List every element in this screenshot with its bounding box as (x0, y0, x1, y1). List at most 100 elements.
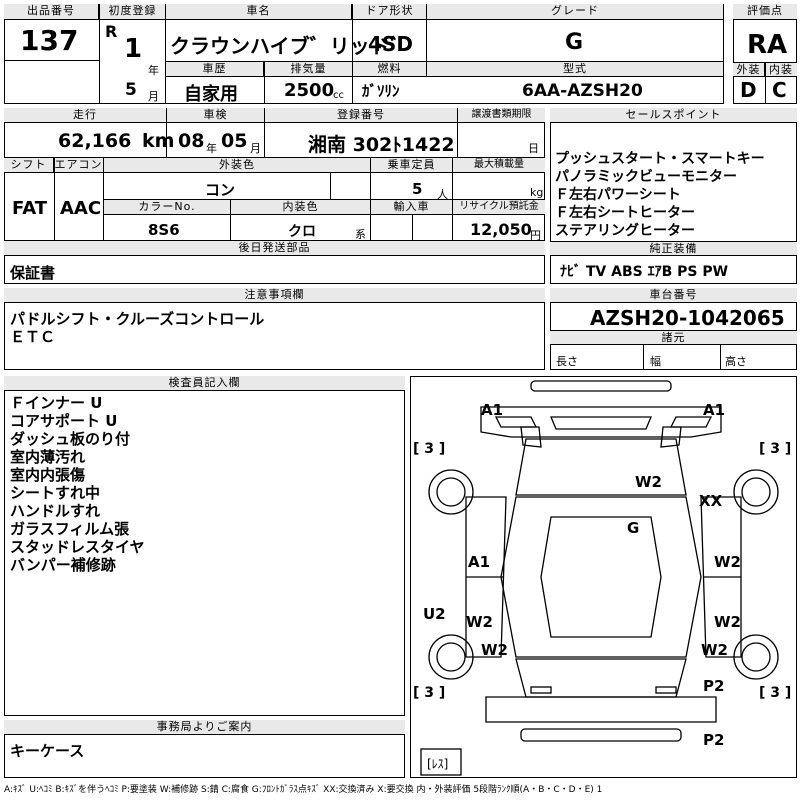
car-name-label: 車名 (166, 4, 352, 20)
insp-month-unit: 月 (250, 142, 261, 155)
first-reg-label: 初度登録 (100, 4, 166, 20)
mark-left-sill: U2 (423, 605, 446, 623)
cc-unit: cc (333, 90, 344, 101)
displacement: 2500 (284, 80, 335, 101)
model-label: 型式 (427, 62, 724, 77)
reg-month: 5 (125, 80, 137, 100)
rating: RA (747, 30, 788, 60)
max-load-unit: kg (530, 186, 544, 199)
capacity: 5 (412, 180, 423, 198)
exterior: D (740, 78, 757, 102)
reg-year-unit: 年 (148, 64, 159, 77)
capacity-label: 乗車定員 (371, 158, 453, 173)
ext-color: コン (205, 181, 236, 199)
equipment: ﾅﾋﾞ TV ABS ｴｱB PS PW (560, 264, 729, 280)
list-item: バンパー補修跡 (10, 556, 116, 574)
era: R (105, 22, 118, 41)
lot-no-label: 出品番号 (4, 4, 99, 20)
mark-right-rear-door: W2 (714, 613, 741, 631)
list-item: スタッドレスタイヤ (10, 538, 145, 556)
office-note: キーケース (10, 742, 85, 760)
aircon: AAC (60, 198, 102, 219)
inspection-label: 車検 (167, 108, 265, 123)
specs-title: 諸元 (550, 330, 797, 345)
list-item: ダッシュ板のり付 (10, 430, 131, 448)
mileage-label: 走行 (4, 108, 167, 123)
spare-tire-label: [ﾚｽ] (427, 757, 449, 771)
notes-title: 注意事項欄 (4, 288, 545, 303)
insp-year: 08 (178, 130, 205, 152)
legend: A:ｷｽﾞ U:ﾍｺﾐ B:ｷｽﾞを伴うﾍｺﾐ P:要塗装 W:補修跡 S:錆 … (4, 785, 603, 795)
model: 6AA-AZSH20 (522, 81, 643, 101)
mileage: 62,166 (58, 130, 132, 152)
list-item: シートすれ中 (10, 484, 101, 502)
list-item: コアサポート U (10, 412, 118, 430)
sales-points-title: セールスポイント (550, 108, 797, 123)
equipment-title: 純正装備 (550, 241, 797, 256)
insp-month: 05 (221, 130, 248, 152)
inspector-list: Ｆインナー U コアサポート U ダッシュ板のり付 室内薄汚れ 室内内張傷 シー… (10, 394, 145, 574)
mark-left-rear-quarter: W2 (481, 641, 508, 659)
fuel-label: 燃料 (353, 62, 427, 77)
insp-year-unit: 年 (206, 142, 217, 155)
tire-label-front-right: [ 3 ] (759, 441, 792, 457)
door-type-label: ドア形状 (353, 4, 427, 20)
interior: C (772, 78, 787, 102)
grade-label: グレード (427, 4, 724, 20)
car-diagram: A1 A1 W2 XX G A1 W2 W2 W2 W2 W2 U2 P2 P2… (410, 376, 797, 778)
history-label: 車歴 (166, 62, 264, 77)
list-item: プッシュスタート・スマートキー (555, 151, 765, 167)
history: 自家用 (184, 84, 238, 105)
reg-year: 1 (124, 34, 143, 64)
length-label: 長さ (556, 355, 578, 368)
list-item: パドルシフト・クルーズコントロール (10, 310, 265, 328)
transfer-day: 日 (528, 142, 539, 155)
mark-front-left: A1 (481, 401, 504, 419)
import-label: 輸入車 (371, 200, 453, 215)
mark-hood: W2 (635, 473, 662, 491)
list-item: Ｆ左右シートヒーター (555, 205, 695, 221)
recycle-label: リサイクル預託金 (453, 200, 545, 215)
exterior-label: 外装 (733, 62, 765, 77)
int-color: クロ (288, 224, 316, 240)
displacement-label: 排気量 (265, 62, 353, 77)
sales-points-list: プッシュスタート・スマートキー パノラミックビューモニター Ｆ左右パワーシート … (555, 150, 765, 240)
door-type: 4SD (368, 32, 413, 56)
height-label: 高さ (725, 355, 747, 368)
list-item: ＥＴＣ (10, 328, 56, 346)
inspector-title: 検査員記入欄 (4, 376, 405, 391)
chassis-title: 車台番号 (550, 288, 797, 303)
mark-left-rear-door: W2 (466, 613, 493, 631)
list-item: Ｆ左右パワーシート (555, 187, 681, 203)
color-no-label: カラーNo. (104, 200, 231, 215)
ext-color-label: 外装色 (104, 158, 371, 173)
width-label: 幅 (650, 355, 661, 368)
later-parts-label: 後日発送部品 (4, 241, 545, 256)
transfer-label: 譲渡書類期限 (458, 108, 545, 123)
mark-roof: G (627, 519, 640, 537)
reg-month-unit: 月 (148, 90, 159, 103)
list-item: ハンドルすれ (10, 502, 101, 520)
interior-label: 内装 (765, 62, 797, 77)
lot-no: 137 (20, 24, 79, 57)
tire-label-rear-right: [ 3 ] (759, 685, 792, 701)
later-parts: 保証書 (10, 264, 56, 282)
plate-label: 登録番号 (265, 108, 458, 123)
aircon-label: エアコン (54, 158, 104, 173)
mark-rear-bumper: P2 (703, 731, 725, 749)
list-item: ステアリングヒーター (555, 223, 695, 239)
list-item: 室内薄汚れ (10, 448, 86, 466)
int-color-label: 内装色 (231, 200, 371, 215)
list-item: 室内内張傷 (10, 466, 86, 484)
color-no: 8S6 (148, 221, 180, 239)
grade: G (565, 30, 584, 55)
notes-list: パドルシフト・クルーズコントロール ＥＴＣ (10, 310, 264, 346)
max-load-label: 最大積載量 (453, 158, 545, 173)
mark-front-right: A1 (703, 401, 726, 419)
mark-right-front-door: W2 (714, 553, 741, 571)
tire-label-front-left: [ 3 ] (413, 441, 446, 457)
recycle: 12,050 (470, 220, 532, 239)
shift: FAT (12, 198, 48, 219)
list-item: パノラミックビューモニター (555, 169, 737, 185)
km-unit: km (142, 130, 175, 152)
